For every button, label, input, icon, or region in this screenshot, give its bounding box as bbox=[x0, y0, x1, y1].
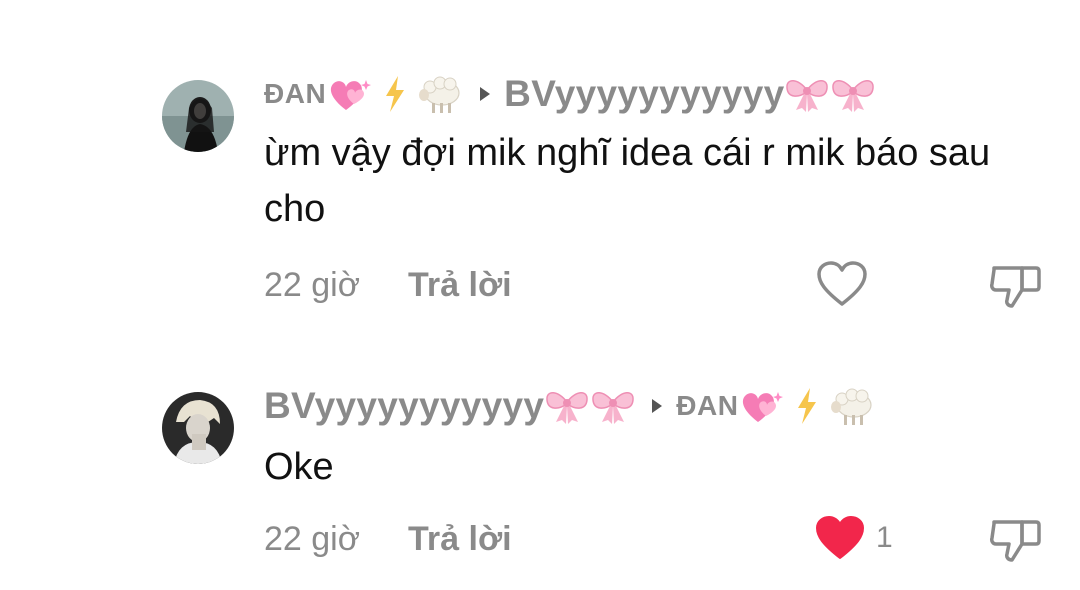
like-count: 1 bbox=[876, 521, 893, 554]
thumbs-down-icon bbox=[990, 266, 1041, 308]
sheep-icon bbox=[419, 76, 460, 113]
like-button[interactable]: 1 bbox=[814, 514, 893, 562]
thumbs-down-icon bbox=[990, 520, 1041, 562]
like-button[interactable] bbox=[816, 260, 868, 308]
lightning-icon bbox=[798, 388, 817, 424]
reply-to-name[interactable]: BVyyyyyyyyyyy bbox=[504, 73, 784, 115]
heart-icon bbox=[817, 261, 867, 306]
comment-header: BVyyyyyyyyyyy ĐAN bbox=[264, 382, 876, 430]
comment-meta: 22 giờ Trả lời bbox=[264, 260, 512, 310]
ribbon-icon bbox=[832, 80, 875, 112]
ribbon-icon bbox=[786, 80, 829, 112]
comment-time: 22 giờ bbox=[264, 519, 361, 558]
comment-time: 22 giờ bbox=[264, 265, 361, 304]
reply-button[interactable]: Trả lời bbox=[408, 520, 512, 559]
ribbon-icon bbox=[592, 392, 635, 424]
comment-text: ừm vậy đợi mik nghĩ idea cái r mik báo s… bbox=[264, 132, 991, 230]
sparkling-heart-icon bbox=[743, 392, 784, 422]
dislike-button[interactable] bbox=[988, 260, 1044, 315]
avatar[interactable] bbox=[162, 80, 234, 152]
caret-right-icon bbox=[480, 87, 491, 101]
comment-text: Oke bbox=[264, 446, 334, 488]
reply-to-name[interactable]: ĐAN bbox=[676, 390, 738, 422]
sheep-icon bbox=[831, 388, 873, 425]
ribbon-icon bbox=[546, 392, 589, 424]
author-name[interactable]: ĐAN bbox=[264, 78, 326, 110]
sparkling-heart-icon bbox=[331, 80, 372, 110]
heart-icon bbox=[816, 516, 864, 559]
caret-right-icon bbox=[652, 399, 663, 413]
dislike-button[interactable] bbox=[988, 514, 1044, 569]
avatar[interactable] bbox=[162, 392, 234, 464]
comment-meta: 22 giờ Trả lời bbox=[264, 514, 512, 564]
author-name[interactable]: BVyyyyyyyyyyy bbox=[264, 385, 544, 427]
lightning-icon bbox=[386, 76, 405, 112]
comment-header: ĐAN BVyyyyyyyyyyy bbox=[264, 70, 876, 118]
reply-button[interactable]: Trả lời bbox=[408, 266, 512, 305]
